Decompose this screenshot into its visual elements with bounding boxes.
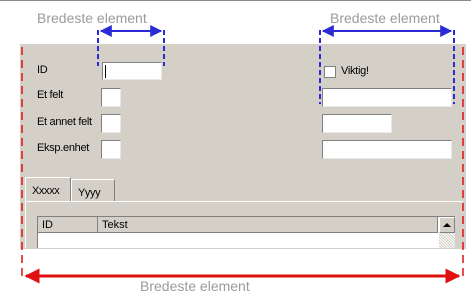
red-width-marker bbox=[21, 47, 464, 284]
blue-width-marker-right bbox=[319, 25, 455, 104]
annotation-label-bottom: Bredeste element bbox=[140, 278, 250, 294]
annotation-label-top-right: Bredeste element bbox=[330, 10, 440, 26]
annotation-overlay bbox=[21, 25, 464, 284]
blue-width-marker-left bbox=[97, 25, 165, 66]
annotation-label-top-left: Bredeste element bbox=[37, 10, 147, 26]
